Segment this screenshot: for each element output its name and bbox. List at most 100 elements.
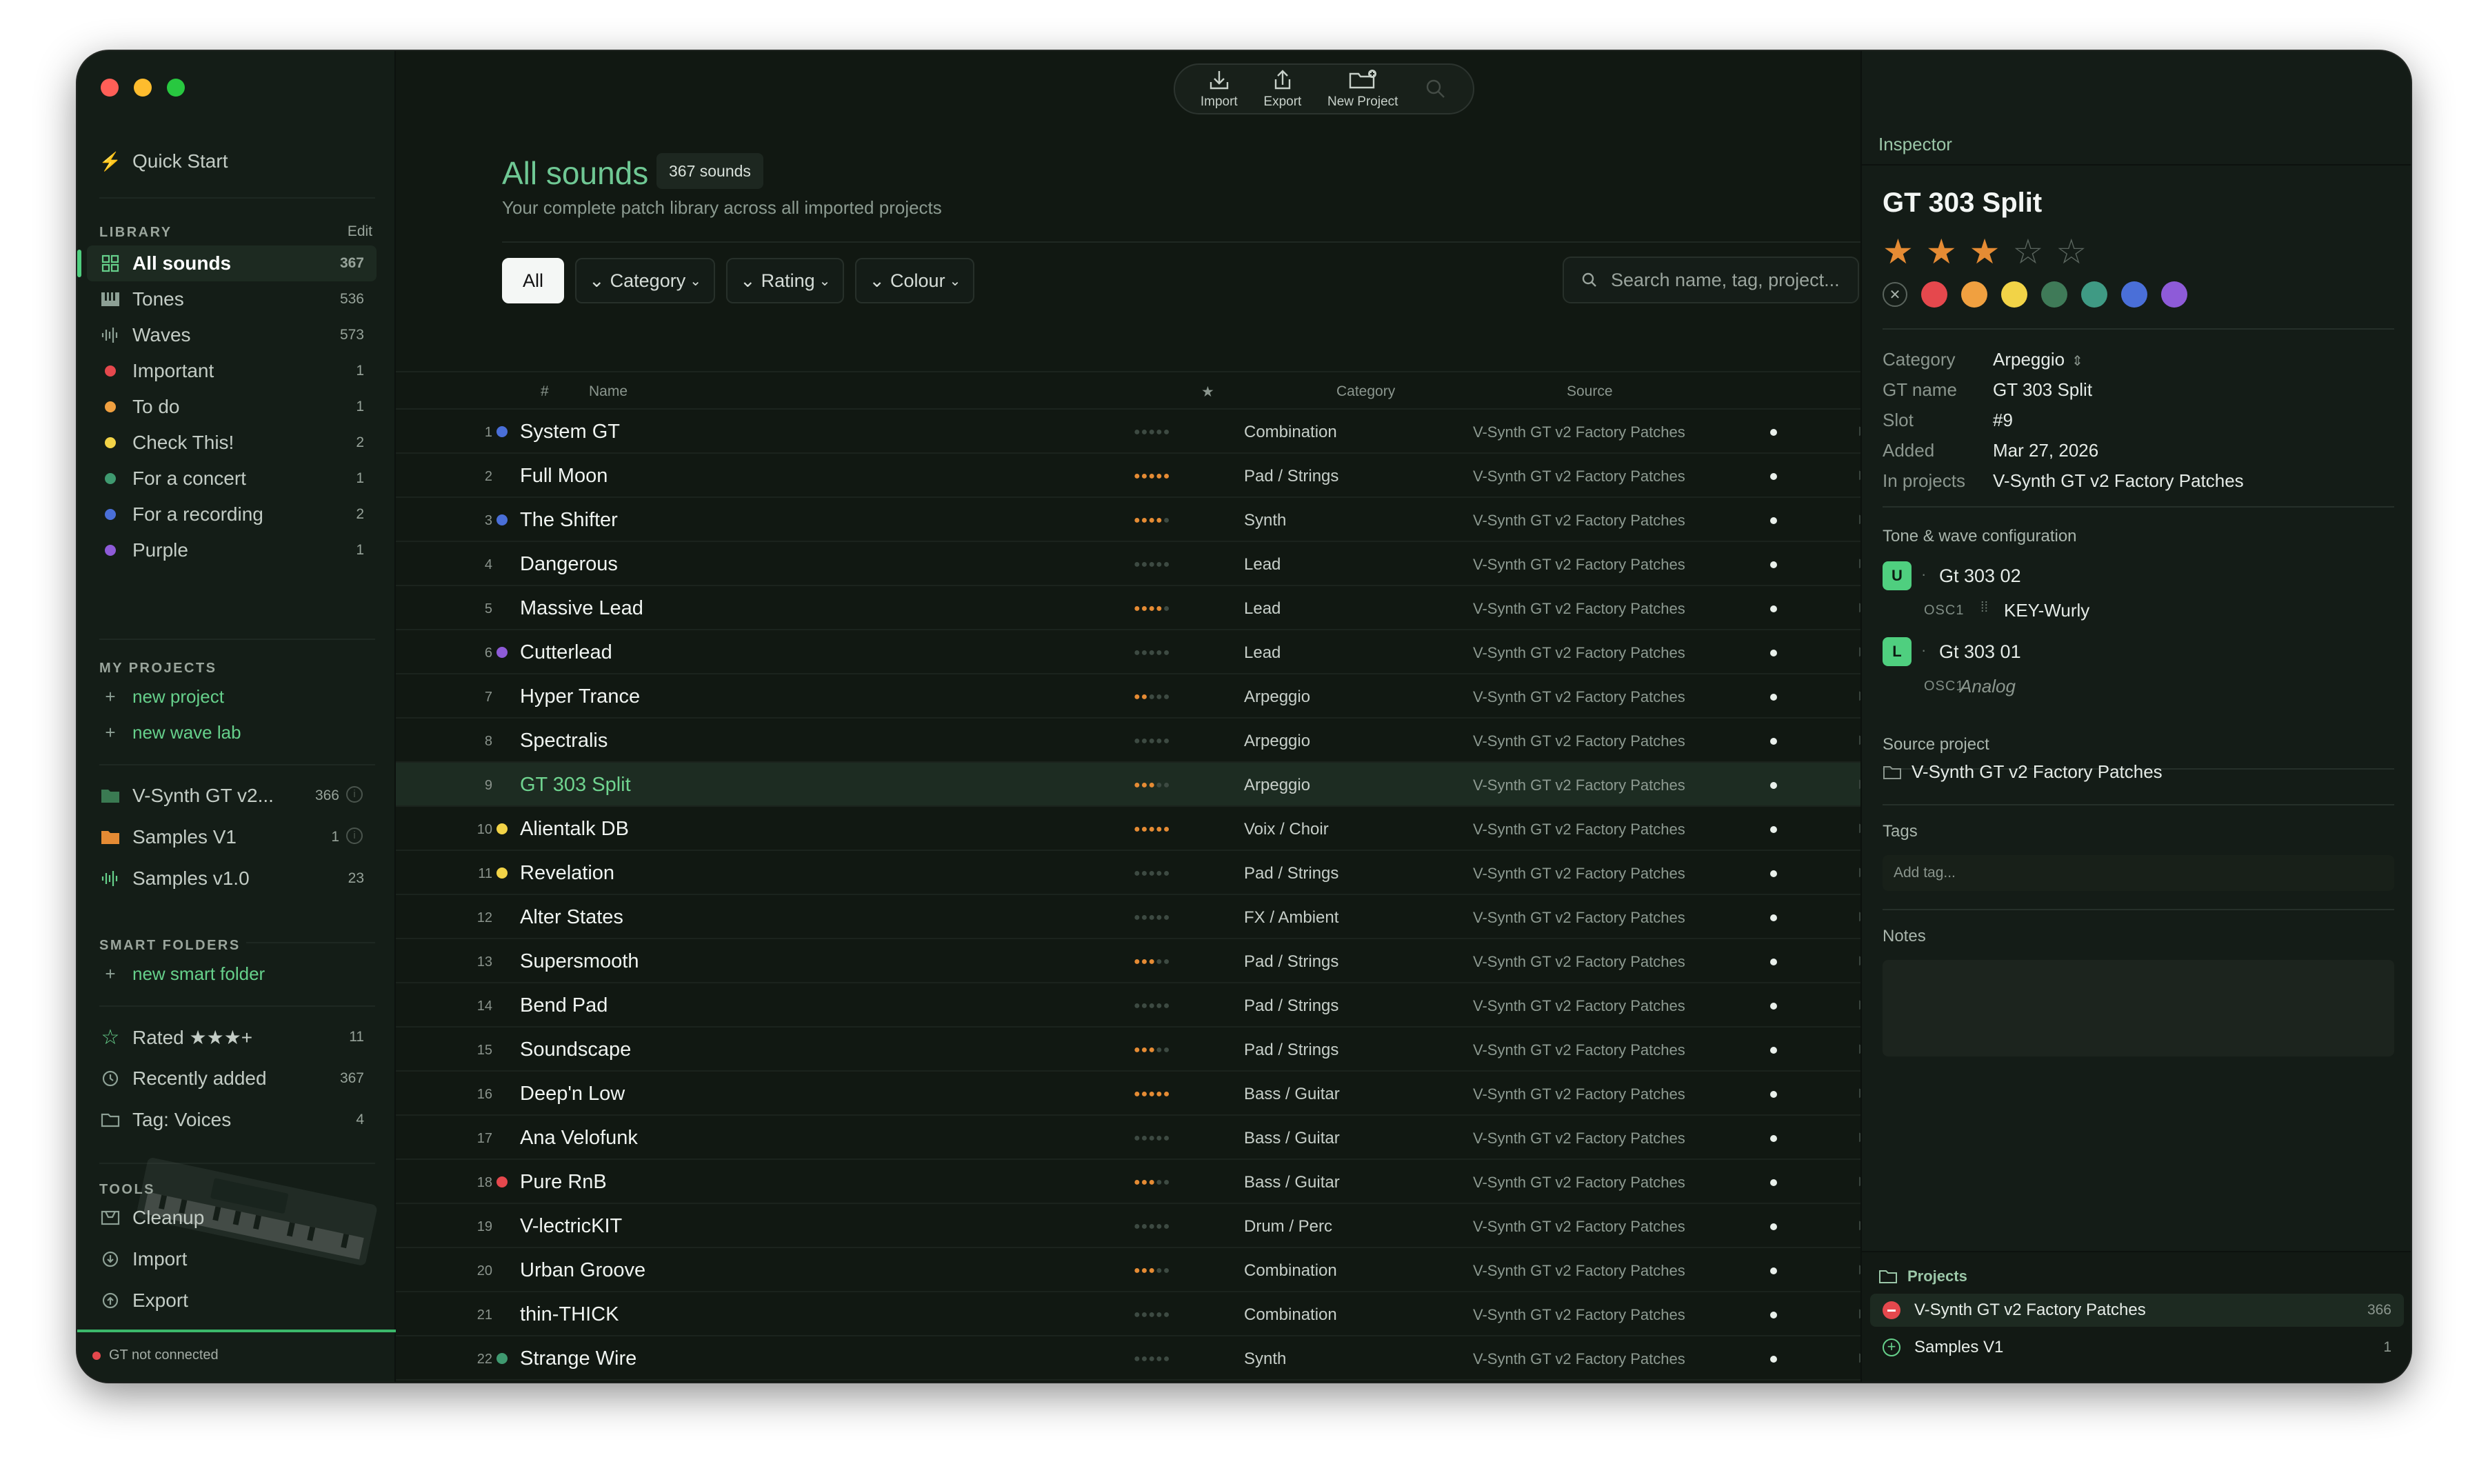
colour-swatch[interactable]	[1961, 281, 1987, 308]
row-rating-stars[interactable]: ●●●●●	[1134, 824, 1170, 835]
info-icon[interactable]: i	[346, 786, 363, 803]
table-row[interactable]: 23Dancing 5ths●●●●●SynthV-Synth GT v2 Fa…	[396, 1381, 1860, 1382]
column-rating[interactable]: ★	[1201, 383, 1214, 401]
row-rating-stars[interactable]: ●●●●●	[1134, 1001, 1170, 1012]
library-edit-button[interactable]: Edit	[348, 223, 372, 240]
sidebar-item-important[interactable]: Important 1	[87, 353, 377, 389]
source-project-link[interactable]: V-Synth GT v2 Factory Patches	[1883, 761, 2163, 783]
colour-swatch[interactable]	[2081, 281, 2107, 308]
table-row[interactable]: 21 thin-THICK ●●●●● Combination V-Synth GT v…	[396, 1292, 1869, 1336]
sidebar-item-all-sounds[interactable]: All sounds 367	[77, 245, 377, 281]
row-rating-stars[interactable]: ●●●●●	[1134, 692, 1170, 703]
sidebar-project-item[interactable]: Samples V1 1 i	[87, 819, 377, 855]
inspector-project-item[interactable]: V-Synth GT v2 Factory Patches 366	[1870, 1294, 2404, 1327]
smart-folder-item[interactable]: ☆ Rated ★★★+ 11	[87, 1019, 377, 1055]
column-category[interactable]: Category	[1336, 383, 1395, 400]
sidebar-item-tones[interactable]: Tones 536	[87, 281, 377, 317]
table-row[interactable]: 15 Soundscape ●●●●● Pad / Strings V-Synth GT…	[396, 1027, 1869, 1072]
tone-name[interactable]: Gt 303 01	[1939, 641, 2021, 663]
table-row[interactable]: 7 Hyper Trance ●●●●● Arpeggio V-Synth GT v2 …	[396, 674, 1869, 719]
row-rating-stars[interactable]: ●●●●●	[1134, 471, 1170, 482]
row-rating-stars[interactable]: ●●●●●	[1134, 1265, 1170, 1276]
star-filled-icon[interactable]: ★	[1926, 234, 1957, 269]
row-rating-stars[interactable]: ●●●●●	[1134, 1133, 1170, 1144]
row-rating-stars[interactable]: ●●●●●	[1134, 1221, 1170, 1232]
close-window-button[interactable]	[101, 79, 119, 97]
star-filled-icon[interactable]: ★	[1883, 234, 1914, 269]
export-button[interactable]: Export	[1263, 68, 1301, 110]
sidebar-item-check-this[interactable]: Check This! 2	[87, 425, 377, 461]
row-rating-stars[interactable]: ●●●●●	[1134, 515, 1170, 526]
table-row[interactable]: 4 Dangerous ●●●●● Lead V-Synth GT v2 Factory…	[396, 542, 1869, 586]
row-rating-stars[interactable]: ●●●●●	[1134, 427, 1170, 438]
filter-rating-dropdown[interactable]: ⌄ Rating ⌄	[725, 258, 845, 303]
table-row[interactable]: 20 Urban Groove ●●●●● Combination V-Synth GT…	[396, 1248, 1869, 1292]
table-row[interactable]: 17 Ana Velofunk ●●●●● Bass / Guitar V-Synth …	[396, 1116, 1869, 1160]
notes-textarea[interactable]	[1883, 960, 2394, 1056]
colour-swatch[interactable]	[2001, 281, 2027, 308]
row-rating-stars[interactable]: ●●●●●	[1134, 1177, 1170, 1188]
row-rating-stars[interactable]: ●●●●●	[1134, 780, 1170, 791]
row-rating-stars[interactable]: ●●●●●	[1134, 1310, 1170, 1321]
filter-all-button[interactable]: All	[502, 258, 565, 303]
row-rating-stars[interactable]: ●●●●●	[1134, 736, 1170, 747]
search-input[interactable]: Search name, tag, project...	[1563, 257, 1859, 303]
star-empty-icon[interactable]: ☆	[2056, 234, 2087, 269]
table-row[interactable]: 16 Deep'n Low ●●●●● Bass / Guitar V-Synth GT…	[396, 1072, 1869, 1116]
clear-colour-icon[interactable]: ✕	[1883, 282, 1907, 307]
column-source[interactable]: Source	[1567, 383, 1613, 400]
wave-name[interactable]: KEY-Wurly	[2004, 600, 2089, 621]
table-row[interactable]: 9 GT 303 Split ●●●●● Arpeggio V-Synth GT v2 …	[396, 763, 1869, 807]
tool-export[interactable]: Export	[87, 1283, 377, 1318]
column-number[interactable]: #	[541, 383, 549, 400]
info-icon[interactable]: i	[346, 828, 363, 844]
rating-stars[interactable]: ★ ★ ★ ☆ ☆	[1883, 234, 2087, 269]
inspector-project-item[interactable]: + Samples V1 1	[1870, 1331, 2404, 1364]
table-row[interactable]: 8 Spectralis ●●●●● Arpeggio V-Synth GT v2 Fa…	[396, 719, 1869, 763]
new-project-button[interactable]: + new project	[87, 681, 377, 712]
table-row[interactable]: 6 Cutterlead ●●●●● Lead V-Synth GT v2 Factor…	[396, 630, 1869, 674]
row-rating-stars[interactable]: ●●●●●	[1134, 956, 1170, 967]
colour-swatch[interactable]	[1921, 281, 1947, 308]
table-row[interactable]: 14 Bend Pad ●●●●● Pad / Strings V-Synth GT v…	[396, 983, 1869, 1027]
new-project-toolbar-button[interactable]: New Project	[1327, 68, 1398, 110]
new-smart-folder-button[interactable]: + new smart folder	[87, 959, 377, 989]
table-row[interactable]: 13 Supersmooth ●●●●● Pad / Strings V-Synth G…	[396, 939, 1869, 983]
row-rating-stars[interactable]: ●●●●●	[1134, 1045, 1170, 1056]
row-rating-stars[interactable]: ●●●●●	[1134, 912, 1170, 923]
smart-folder-item[interactable]: Recently added 367	[87, 1061, 377, 1096]
row-rating-stars[interactable]: ●●●●●	[1134, 1354, 1170, 1365]
add-tag-input[interactable]: Add tag...	[1883, 855, 2394, 891]
zoom-window-button[interactable]	[167, 79, 185, 97]
table-row[interactable]: 5 Massive Lead ●●●●● Lead V-Synth GT v2 Fact…	[396, 586, 1869, 630]
import-button[interactable]: Import	[1201, 68, 1238, 110]
table-row[interactable]: 1 System GT ●●●●● Combination V-Synth GT v2 …	[396, 410, 1869, 454]
column-name[interactable]: Name	[589, 383, 628, 400]
sidebar-item-waves[interactable]: Waves 573	[87, 317, 377, 353]
remove-project-icon[interactable]	[1883, 1301, 1900, 1319]
row-rating-stars[interactable]: ●●●●●	[1134, 559, 1170, 570]
colour-swatch[interactable]	[2041, 281, 2067, 308]
minimize-window-button[interactable]	[134, 79, 152, 97]
detail-value[interactable]: Arpeggio	[1993, 349, 2065, 370]
table-row[interactable]: 10 Alientalk DB ●●●●● Voix / Choir V-Synth G…	[396, 807, 1869, 851]
sidebar-item-for-a-recording[interactable]: For a recording 2	[87, 497, 377, 532]
table-row[interactable]: 2 Full Moon ●●●●● Pad / Strings V-Synth GT v…	[396, 454, 1869, 498]
colour-swatch[interactable]	[2161, 281, 2187, 308]
filter-colour-dropdown[interactable]: ⌄ Colour ⌄	[855, 258, 975, 303]
filter-category-dropdown[interactable]: ⌄ Category ⌄	[575, 258, 715, 303]
table-row[interactable]: 11 Revelation ●●●●● Pad / Strings V-Synth GT…	[396, 851, 1869, 895]
row-rating-stars[interactable]: ●●●●●	[1134, 868, 1170, 879]
tone-name[interactable]: Gt 303 02	[1939, 565, 2021, 587]
sidebar-item-to-do[interactable]: To do 1	[87, 389, 377, 425]
smart-folder-item[interactable]: Tag: Voices 4	[87, 1102, 377, 1138]
wave-name[interactable]: Analog	[1960, 676, 2016, 697]
table-row[interactable]: 22 Strange Wire ●●●●● Synth V-Synth GT v2 Fa…	[396, 1336, 1869, 1381]
table-row[interactable]: 3 The Shifter ●●●●● Synth V-Synth GT v2 Fact…	[396, 498, 1869, 542]
table-row[interactable]: 19 V-lectricKIT ●●●●● Drum / Perc V-Synth GT…	[396, 1204, 1869, 1248]
sidebar-project-item[interactable]: Samples v1.0 23	[87, 861, 377, 896]
colour-swatch[interactable]	[2121, 281, 2147, 308]
star-empty-icon[interactable]: ☆	[2012, 234, 2043, 269]
tool-cleanup[interactable]: Cleanup	[87, 1200, 377, 1236]
chevron-updown-icon[interactable]: ⇕	[2071, 354, 2083, 369]
